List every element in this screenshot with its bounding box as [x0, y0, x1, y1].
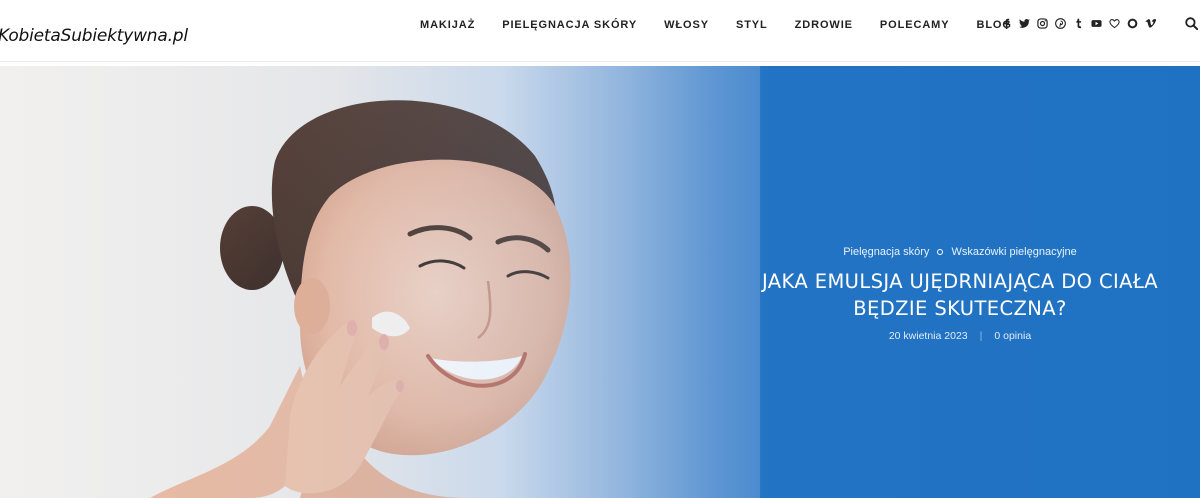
hero-featured-post[interactable]: Pielęgnacja skóry Wskazówki pielęgnacyjn… — [0, 66, 1200, 498]
post-categories: Pielęgnacja skóry Wskazówki pielęgnacyjn… — [720, 246, 1200, 258]
search-icon[interactable] — [1185, 17, 1199, 31]
tumblr-icon[interactable] — [1073, 16, 1084, 30]
circle-icon[interactable] — [1127, 16, 1138, 30]
category-separator-dot — [937, 249, 944, 255]
site-logo[interactable]: KobietaSubiektywna.pl — [0, 26, 188, 46]
twitter-icon[interactable] — [1019, 16, 1030, 30]
pinterest-icon[interactable] — [1055, 16, 1066, 30]
nav-item-pielegnacja-skory[interactable]: PIELĘGNACJA SKÓRY — [502, 19, 637, 31]
post-title[interactable]: JAKA EMULSJA UJĘDRNIAJĄCA DO CIAŁA BĘDZI… — [720, 268, 1200, 322]
facebook-icon[interactable] — [1001, 16, 1012, 30]
nav-item-wlosy[interactable]: WŁOSY — [664, 19, 709, 31]
youtube-icon[interactable] — [1091, 16, 1102, 30]
hero-text-block: Pielęgnacja skóry Wskazówki pielęgnacyjn… — [720, 246, 1200, 342]
site-header: KobietaSubiektywna.pl MAKIJAŻ PIELĘGNACJ… — [0, 0, 1200, 62]
category-link-wskazowki[interactable]: Wskazówki pielęgnacyjne — [951, 246, 1076, 258]
social-links — [1001, 16, 1156, 30]
vimeo-icon[interactable] — [1145, 16, 1156, 30]
hero-photo-woman-applying-cream — [0, 66, 760, 498]
post-date: 20 kwietnia 2023 — [888, 330, 968, 342]
nav-item-polecamy[interactable]: POLECAMY — [880, 19, 950, 31]
heart-icon[interactable] — [1109, 16, 1120, 30]
main-nav: MAKIJAŻ PIELĘGNACJA SKÓRY WŁOSY STYL ZDR… — [420, 19, 1039, 31]
post-meta: 20 kwietnia 2023 | 0 opinia — [720, 330, 1200, 342]
category-link-pielegnacja-skory[interactable]: Pielęgnacja skóry — [843, 246, 929, 258]
instagram-icon[interactable] — [1037, 16, 1048, 30]
nav-item-zdrowie[interactable]: ZDROWIE — [795, 19, 853, 31]
nav-item-makijaz[interactable]: MAKIJAŻ — [420, 19, 475, 31]
nav-item-styl[interactable]: STYL — [736, 19, 768, 31]
meta-separator: | — [979, 330, 983, 342]
post-comments-link[interactable]: 0 opinia — [994, 330, 1031, 342]
